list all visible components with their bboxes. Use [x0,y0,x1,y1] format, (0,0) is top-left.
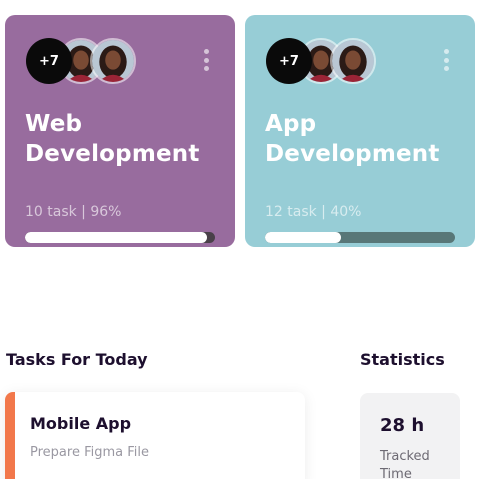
statistics-section-title: Statistics [360,350,445,369]
project-title-line1: Web [25,111,83,137]
project-progress-bar [265,232,455,243]
task-subtitle: Prepare Figma File [30,445,149,460]
tracked-time-stat-card[interactable]: 28 h Tracked Time [360,393,460,479]
task-title: Mobile App [30,414,132,433]
dashboard-page: +7 Web Development 10 task | 96% +7 App … [0,0,479,479]
task-accent-bar [5,392,15,479]
more-members-badge[interactable]: +7 [26,38,72,84]
avatar [90,38,136,84]
project-progress-bar [25,232,215,243]
more-vertical-icon[interactable] [443,49,449,71]
avatar [330,38,376,84]
project-task-summary: 10 task | 96% [25,204,122,220]
project-card-web-development[interactable]: +7 Web Development 10 task | 96% [5,15,235,247]
more-members-badge[interactable]: +7 [266,38,312,84]
project-card-app-development[interactable]: +7 App Development 12 task | 40% [245,15,475,247]
project-progress-fill [265,232,341,243]
project-title: Web Development [25,109,215,169]
project-title: App Development [265,109,455,169]
project-title-line2: Development [25,141,200,167]
task-card[interactable]: Mobile App Prepare Figma File [5,392,305,479]
project-task-summary: 12 task | 40% [265,204,362,220]
project-title-line2: Development [265,141,440,167]
more-vertical-icon[interactable] [203,49,209,71]
stat-label: Tracked Time [380,449,430,479]
project-title-line1: App [265,111,317,137]
project-progress-fill [25,232,208,243]
stat-value: 28 h [380,415,425,436]
member-avatars[interactable]: +7 [266,37,386,87]
tasks-section-title: Tasks For Today [6,350,148,369]
member-avatars[interactable]: +7 [26,37,146,87]
